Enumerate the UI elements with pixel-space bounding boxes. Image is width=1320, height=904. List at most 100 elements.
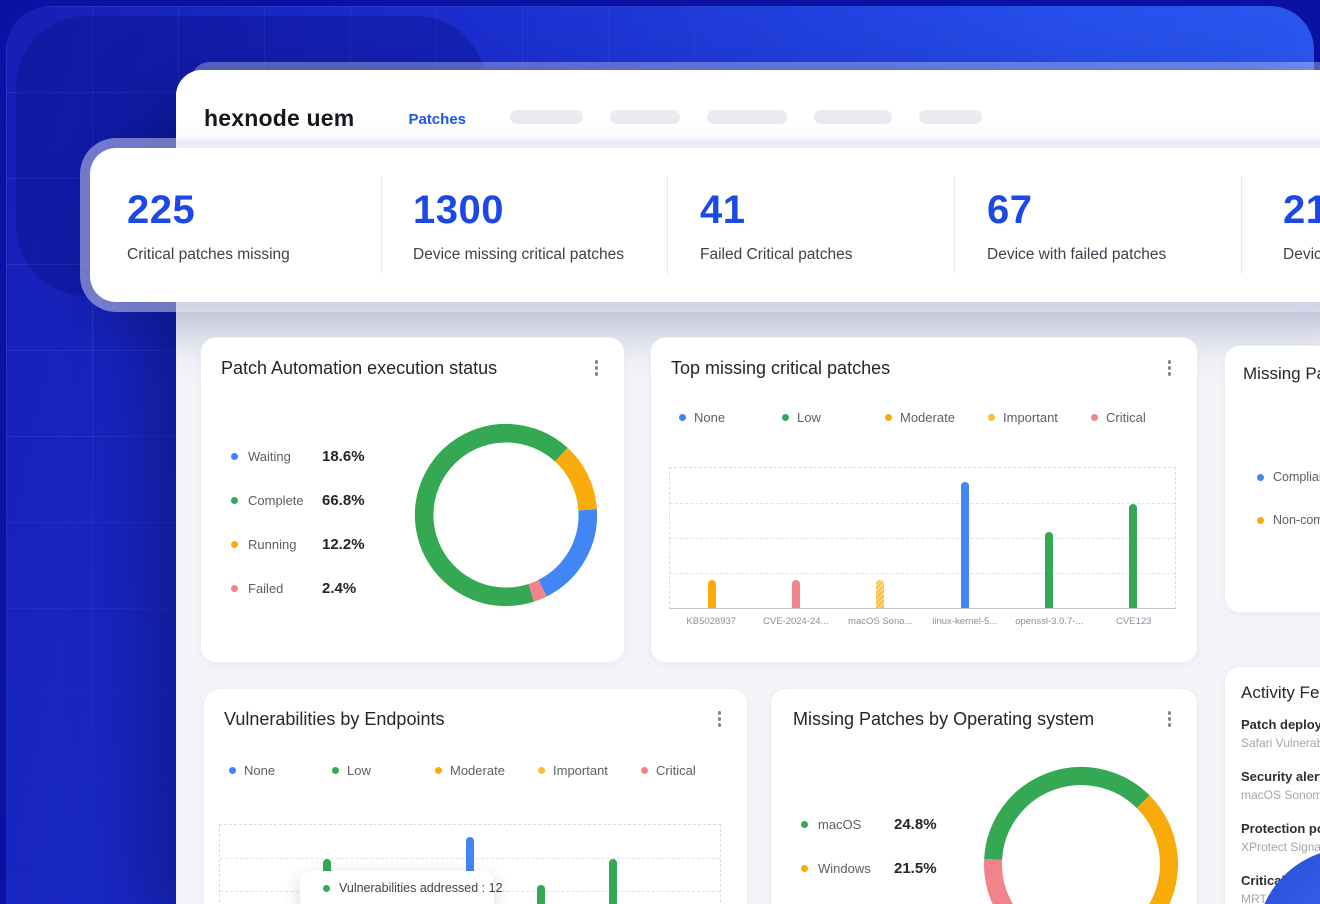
stat-label: Critical patches missing: [127, 246, 290, 264]
kebab-menu-icon[interactable]: [1164, 356, 1176, 380]
legend-dot: [1257, 517, 1264, 524]
tooltip-dot: [323, 885, 330, 892]
legend-item-running[interactable]: Running 12.2%: [231, 522, 365, 566]
legend-item-none[interactable]: None: [679, 410, 782, 425]
bar[interactable]: [537, 885, 545, 904]
legend-dot: [988, 414, 995, 421]
activity-item-subtitle: Safari Vulnerabili: [1241, 736, 1320, 750]
severity-legend: None Low Moderate Important Critical: [679, 410, 1194, 425]
card-title: Patch Automation execution status: [221, 358, 497, 379]
legend-value: 21.5%: [894, 860, 937, 877]
nav-skeleton-pill[interactable]: [919, 110, 982, 124]
legend-item-moderate[interactable]: Moderate: [885, 410, 988, 425]
bar[interactable]: [1045, 532, 1053, 608]
legend-value: 18.6%: [322, 448, 365, 465]
donut-segment[interactable]: [543, 510, 588, 588]
legend-label: Moderate: [900, 410, 955, 425]
tab-patches[interactable]: Patches: [408, 112, 466, 127]
donut-segment[interactable]: [424, 433, 561, 597]
stat-device-missing-critical[interactable]: 1300 Device missing critical patches: [413, 190, 624, 264]
donut-segment[interactable]: [993, 859, 1125, 904]
bar[interactable]: [876, 580, 884, 608]
legend-label: Compliant: [1273, 470, 1320, 484]
stat-value: 1300: [413, 190, 624, 230]
nav-skeleton-pill[interactable]: [510, 110, 583, 124]
legend-dot: [801, 821, 808, 828]
activity-item[interactable]: Security alert c macOS Sonoma: [1241, 769, 1320, 802]
x-axis-label: openssl-3.0.7-...: [1007, 616, 1092, 627]
legend-item-compliant[interactable]: Compliant: [1257, 470, 1320, 484]
bar[interactable]: [609, 859, 617, 904]
legend-label: Important: [1003, 410, 1058, 425]
stat-device-cutoff[interactable]: 212 Device: [1283, 190, 1320, 264]
legend-item-windows[interactable]: Windows 21.5%: [801, 846, 937, 890]
stat-label: Device missing critical patches: [413, 246, 624, 264]
nav-skeleton-pill[interactable]: [610, 110, 680, 124]
activity-item[interactable]: Protection poli XProtect Signatu: [1241, 821, 1320, 854]
legend-dot: [435, 767, 442, 774]
donut-legend: Waiting 18.6% Complete 66.8% Running 12.…: [231, 434, 365, 610]
stat-failed-critical-patches[interactable]: 41 Failed Critical patches: [700, 190, 852, 264]
kebab-menu-icon[interactable]: [714, 707, 726, 731]
activity-item[interactable]: Patch deployed Safari Vulnerabili: [1241, 717, 1320, 750]
bar[interactable]: [792, 580, 800, 608]
legend-label: Non-comp: [1273, 513, 1320, 527]
x-axis-label: CVE123: [1092, 616, 1177, 627]
nav-skeleton-pill[interactable]: [814, 110, 892, 124]
divider: [381, 176, 382, 274]
legend-item-critical[interactable]: Critical: [641, 763, 744, 778]
legend-value: 12.2%: [322, 536, 365, 553]
donut-segment[interactable]: [1125, 802, 1169, 904]
stat-label: Failed Critical patches: [700, 246, 852, 264]
legend-item-low[interactable]: Low: [332, 763, 435, 778]
stat-device-failed-patches[interactable]: 67 Device with failed patches: [987, 190, 1166, 264]
legend-label: Critical: [1106, 410, 1146, 425]
stat-value: 41: [700, 190, 852, 230]
legend-item-important[interactable]: Important: [988, 410, 1091, 425]
donut-segment[interactable]: [993, 776, 1143, 859]
legend-dot: [229, 767, 236, 774]
bar[interactable]: [708, 580, 716, 608]
legend-label: Failed: [248, 581, 322, 596]
legend-label: None: [694, 410, 725, 425]
legend-item-none[interactable]: None: [229, 763, 332, 778]
legend-value: 66.8%: [322, 492, 365, 509]
legend-item-complete[interactable]: Complete 66.8%: [231, 478, 365, 522]
activity-item-title: Protection poli: [1241, 821, 1320, 836]
legend-dot: [231, 497, 238, 504]
bar[interactable]: [1129, 504, 1137, 608]
top-missing-bar-chart[interactable]: [669, 467, 1176, 609]
x-axis-label: CVE-2024-24...: [754, 616, 839, 627]
kebab-menu-icon[interactable]: [1164, 707, 1176, 731]
severity-legend: None Low Moderate Important Critical: [229, 763, 744, 778]
automation-donut-chart[interactable]: [413, 422, 599, 608]
card-title: Vulnerabilities by Endpoints: [224, 709, 444, 730]
donut-segment[interactable]: [531, 588, 542, 593]
nav-skeleton-pill[interactable]: [707, 110, 787, 124]
legend-dot: [782, 414, 789, 421]
legend-dot: [801, 865, 808, 872]
divider: [667, 176, 668, 274]
top-navbar: hexnode uem Patches: [176, 70, 1320, 140]
os-donut-chart[interactable]: [981, 764, 1181, 904]
legend-item-low[interactable]: Low: [782, 410, 885, 425]
legend-item-waiting[interactable]: Waiting 18.6%: [231, 434, 365, 478]
stat-critical-patches-missing[interactable]: 225 Critical patches missing: [127, 190, 290, 264]
legend-item-failed[interactable]: Failed 2.4%: [231, 566, 365, 610]
legend-label: Running: [248, 537, 322, 552]
stat-value: 212: [1283, 190, 1320, 230]
kebab-menu-icon[interactable]: [591, 356, 603, 380]
card-title: Activity Fe: [1241, 683, 1319, 703]
legend-item-macos[interactable]: macOS 24.8%: [801, 802, 937, 846]
legend-dot: [641, 767, 648, 774]
divider: [1241, 176, 1242, 274]
donut-segment[interactable]: [561, 455, 587, 510]
bar[interactable]: [961, 482, 969, 608]
legend-item-critical[interactable]: Critical: [1091, 410, 1194, 425]
legend-item-non-compliant[interactable]: Non-comp: [1257, 513, 1320, 527]
legend-item-important[interactable]: Important: [538, 763, 641, 778]
legend-value: 24.8%: [894, 816, 937, 833]
card-missing-patches-by-os: Missing Patches by Operating system macO…: [770, 688, 1198, 904]
gridline: [670, 503, 1175, 504]
legend-item-moderate[interactable]: Moderate: [435, 763, 538, 778]
